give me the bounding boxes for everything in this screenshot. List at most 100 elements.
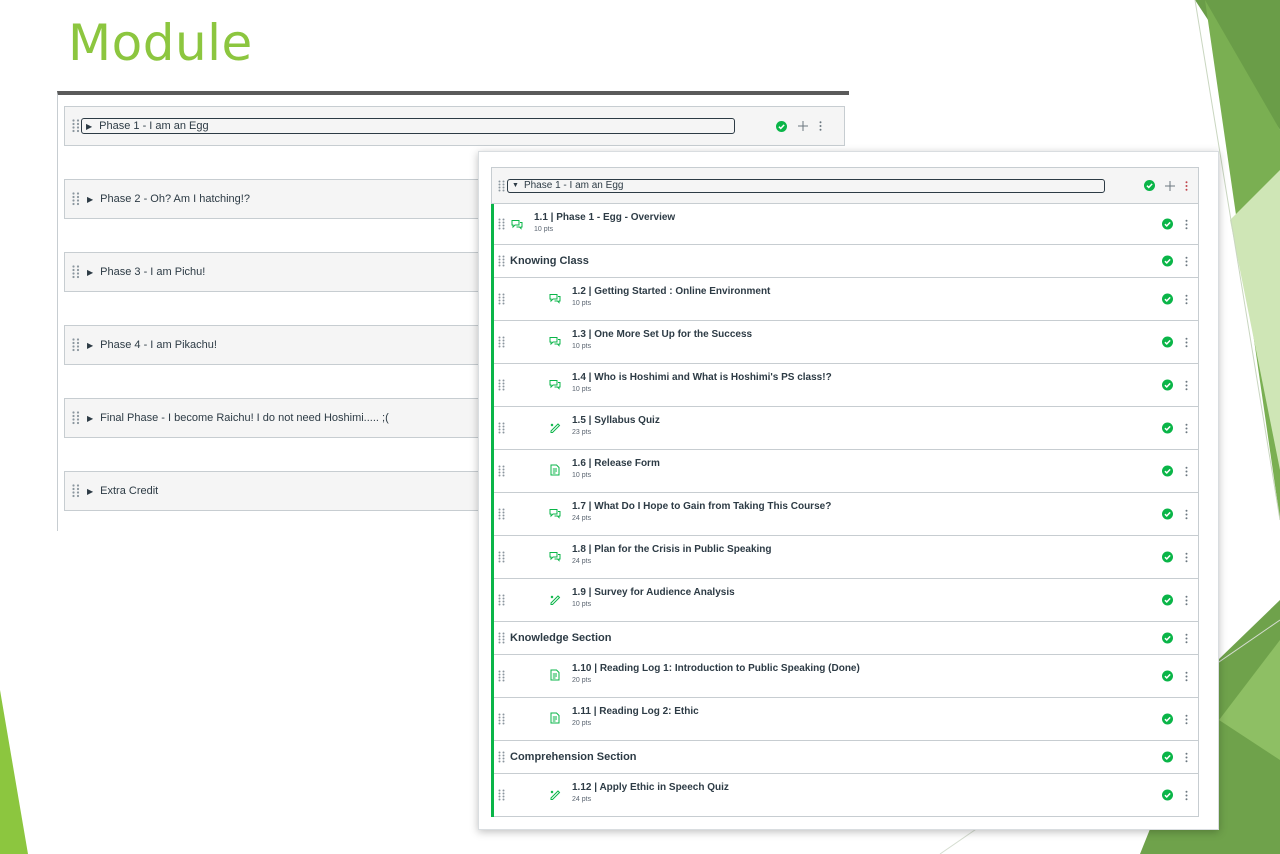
item-title-link[interactable]: 1.8 | Plan for the Crisis in Public Spea… xyxy=(572,544,772,555)
quiz-icon xyxy=(550,595,561,605)
drag-handle-icon[interactable] xyxy=(498,551,505,563)
add-item-plus-icon[interactable] xyxy=(1164,180,1176,192)
item-points: 23 pts xyxy=(572,429,592,436)
published-check-icon[interactable] xyxy=(1162,751,1173,763)
published-check-icon[interactable] xyxy=(1162,551,1173,563)
drag-handle-icon[interactable] xyxy=(498,670,505,682)
drag-handle-icon[interactable] xyxy=(498,632,505,644)
add-item-plus-icon[interactable] xyxy=(797,120,809,132)
module-item-row[interactable]: 1.10 | Reading Log 1: Introduction to Pu… xyxy=(494,655,1198,698)
kebab-menu-icon[interactable] xyxy=(1185,380,1188,390)
module-item-row[interactable]: 1.6 | Release Form 10 pts xyxy=(494,450,1198,493)
item-title-link[interactable]: 1.10 | Reading Log 1: Introduction to Pu… xyxy=(572,663,860,674)
caret-right-icon[interactable]: ▶ xyxy=(87,414,93,423)
drag-handle-icon[interactable] xyxy=(498,422,505,434)
item-title-link[interactable]: 1.1 | Phase 1 - Egg - Overview xyxy=(534,212,675,223)
drag-handle-icon[interactable] xyxy=(72,192,80,206)
item-title-link[interactable]: 1.5 | Syllabus Quiz xyxy=(572,415,660,426)
item-title-link[interactable]: 1.6 | Release Form xyxy=(572,458,660,469)
module-items-list: 1.1 | Phase 1 - Egg - Overview 10 pts Know… xyxy=(491,204,1199,817)
published-check-icon[interactable] xyxy=(776,120,787,132)
caret-right-icon[interactable]: ▶ xyxy=(87,341,93,350)
module-title-toggle[interactable]: ▼ Phase 1 - I am an Egg xyxy=(507,178,1105,193)
published-check-icon[interactable] xyxy=(1162,255,1173,267)
drag-handle-icon[interactable] xyxy=(498,594,505,606)
item-title-link[interactable]: 1.11 | Reading Log 2: Ethic xyxy=(572,706,699,717)
drag-handle-icon[interactable] xyxy=(72,411,80,425)
item-points: 24 pts xyxy=(572,796,592,803)
published-check-icon[interactable] xyxy=(1162,379,1173,391)
drag-handle-icon[interactable] xyxy=(498,218,505,230)
kebab-menu-icon[interactable] xyxy=(1185,294,1188,304)
kebab-menu-icon[interactable] xyxy=(1185,256,1188,266)
drag-handle-icon[interactable] xyxy=(72,338,80,352)
published-check-icon[interactable] xyxy=(1162,632,1173,644)
section-header-row[interactable]: Comprehension Section xyxy=(494,741,1198,774)
drag-handle-icon[interactable] xyxy=(498,336,505,348)
module-item-row[interactable]: 1.9 | Survey for Audience Analysis 10 pts xyxy=(494,579,1198,622)
drag-handle-icon[interactable] xyxy=(498,180,505,192)
published-check-icon[interactable] xyxy=(1162,336,1173,348)
caret-right-icon[interactable]: ▶ xyxy=(87,195,93,204)
drag-handle-icon[interactable] xyxy=(498,508,505,520)
module-item-row[interactable]: 1.7 | What Do I Hope to Gain from Taking… xyxy=(494,493,1198,536)
kebab-menu-icon[interactable] xyxy=(1185,671,1188,681)
module-item-row[interactable]: 1.4 | Who is Hoshimi and What is Hoshimi… xyxy=(494,364,1198,407)
module-item-row[interactable]: 1.5 | Syllabus Quiz 23 pts xyxy=(494,407,1198,450)
item-title-link[interactable]: 1.7 | What Do I Hope to Gain from Taking… xyxy=(572,501,831,512)
caret-right-icon[interactable]: ▶ xyxy=(87,487,93,496)
kebab-menu-icon[interactable] xyxy=(1185,552,1188,562)
drag-handle-icon[interactable] xyxy=(72,484,80,498)
kebab-menu-icon[interactable] xyxy=(1185,714,1188,724)
published-check-icon[interactable] xyxy=(1162,789,1173,801)
published-check-icon[interactable] xyxy=(1162,218,1173,230)
item-title-link[interactable]: 1.9 | Survey for Audience Analysis xyxy=(572,587,735,598)
kebab-menu-icon[interactable] xyxy=(1185,423,1188,433)
published-check-icon[interactable] xyxy=(1162,670,1173,682)
kebab-menu-icon[interactable] xyxy=(1185,509,1188,519)
module-item-row[interactable]: 1.11 | Reading Log 2: Ethic 20 pts xyxy=(494,698,1198,741)
drag-handle-icon[interactable] xyxy=(498,713,505,725)
kebab-menu-icon[interactable] xyxy=(819,121,822,131)
published-check-icon[interactable] xyxy=(1162,465,1173,477)
published-check-icon[interactable] xyxy=(1144,180,1155,191)
published-check-icon[interactable] xyxy=(1162,293,1173,305)
module-item-row[interactable]: 1.8 | Plan for the Crisis in Public Spea… xyxy=(494,536,1198,579)
item-title-link[interactable]: 1.3 | One More Set Up for the Success xyxy=(572,329,752,340)
quiz-icon xyxy=(550,790,561,800)
published-check-icon[interactable] xyxy=(1162,508,1173,520)
module-item-row[interactable]: 1.12 | Apply Ethic in Speech Quiz 24 pts xyxy=(494,774,1198,817)
kebab-menu-icon[interactable] xyxy=(1185,337,1188,347)
module-header[interactable]: ▼ Phase 1 - I am an Egg xyxy=(491,167,1199,204)
kebab-menu-icon[interactable] xyxy=(1185,219,1188,229)
drag-handle-icon[interactable] xyxy=(498,379,505,391)
drag-handle-icon[interactable] xyxy=(498,465,505,477)
caret-right-icon[interactable]: ▶ xyxy=(87,268,93,277)
drag-handle-icon[interactable] xyxy=(498,293,505,305)
published-check-icon[interactable] xyxy=(1162,713,1173,725)
drag-handle-icon[interactable] xyxy=(72,119,80,133)
section-header-title: Knowledge Section xyxy=(510,632,612,644)
module-item-row[interactable]: 1.1 | Phase 1 - Egg - Overview 10 pts xyxy=(494,204,1198,245)
module-item-row[interactable]: 1.3 | One More Set Up for the Success 10 … xyxy=(494,321,1198,364)
published-check-icon[interactable] xyxy=(1162,422,1173,434)
published-check-icon[interactable] xyxy=(1162,594,1173,606)
module-row[interactable]: ▶ Phase 1 - I am an Egg xyxy=(64,106,845,146)
module-item-row[interactable]: 1.2 | Getting Started : Online Environme… xyxy=(494,278,1198,321)
drag-handle-icon[interactable] xyxy=(72,265,80,279)
kebab-menu-icon[interactable] xyxy=(1185,752,1188,762)
item-title-link[interactable]: 1.12 | Apply Ethic in Speech Quiz xyxy=(572,782,729,793)
item-title-link[interactable]: 1.4 | Who is Hoshimi and What is Hoshimi… xyxy=(572,372,832,383)
kebab-menu-icon[interactable] xyxy=(1185,633,1188,643)
section-header-row[interactable]: Knowing Class xyxy=(494,245,1198,278)
kebab-menu-icon[interactable] xyxy=(1185,466,1188,476)
kebab-menu-icon[interactable] xyxy=(1185,790,1188,800)
drag-handle-icon[interactable] xyxy=(498,751,505,763)
drag-handle-icon[interactable] xyxy=(498,255,505,267)
kebab-menu-icon[interactable] xyxy=(1185,180,1188,191)
item-title-link[interactable]: 1.2 | Getting Started : Online Environme… xyxy=(572,286,770,297)
module-title-toggle[interactable]: ▶ Phase 1 - I am an Egg xyxy=(81,118,735,134)
section-header-row[interactable]: Knowledge Section xyxy=(494,622,1198,655)
kebab-menu-icon[interactable] xyxy=(1185,595,1188,605)
drag-handle-icon[interactable] xyxy=(498,789,505,801)
